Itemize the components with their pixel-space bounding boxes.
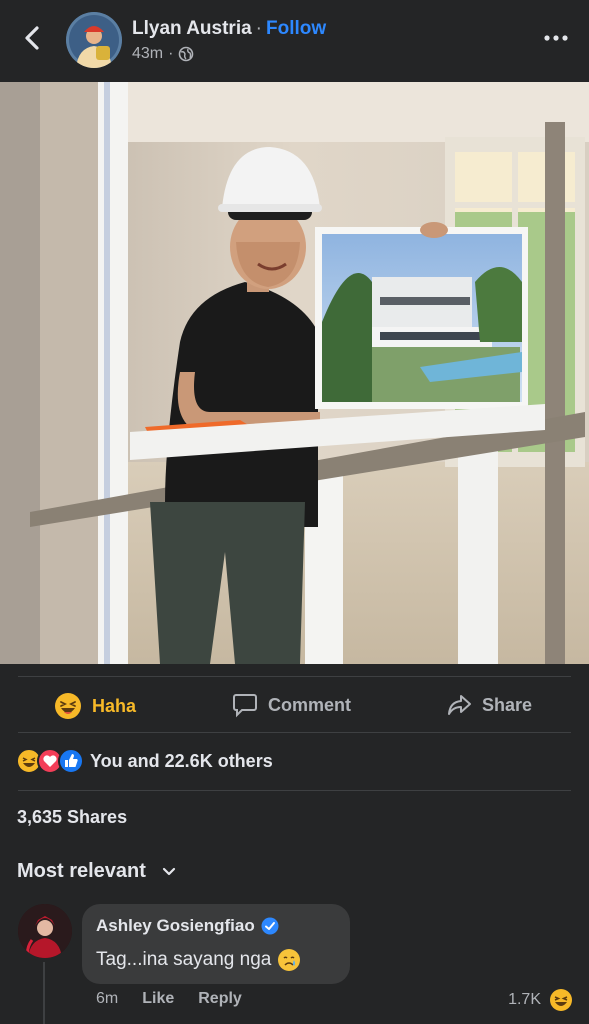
divider-top [18, 676, 571, 677]
haha-reaction-button[interactable]: Haha [54, 692, 136, 720]
globe-icon [179, 46, 194, 62]
verified-badge-icon [261, 917, 279, 935]
divider-bottom [18, 732, 571, 733]
reactions-summary[interactable]: You and 22.6K others [16, 748, 273, 774]
back-arrow-icon[interactable] [20, 24, 44, 52]
comment-like-button[interactable]: Like [142, 990, 174, 1008]
sort-label: Most relevant [17, 860, 146, 882]
crying-face-emoji-icon [278, 949, 301, 971]
comment-reply-button[interactable]: Reply [198, 990, 242, 1008]
comment-reaction-number: 1.7K [508, 991, 541, 1008]
post-header: Llyan Austria · Follow 43m · [0, 0, 589, 82]
reply-thread-line [43, 962, 45, 1024]
comment-time: 6m [96, 990, 119, 1007]
meta-separator: · [168, 45, 174, 62]
separator-dot: · [255, 18, 262, 39]
comment-reaction-count[interactable]: 1.7K [508, 988, 573, 1012]
comment-text: Tag...ina sayang nga [96, 949, 272, 970]
chevron-down-icon [162, 867, 176, 875]
share-button[interactable]: Share [446, 692, 532, 718]
like-reaction-icon [58, 748, 84, 774]
more-options-icon[interactable] [543, 28, 569, 48]
commenter-avatar[interactable] [18, 904, 72, 958]
post-meta: 43m · [132, 45, 194, 63]
haha-reaction-icon [550, 989, 572, 1011]
post-actions: Haha Comment Share [0, 680, 589, 732]
reaction-icons-stack [16, 748, 84, 774]
author-line: Llyan Austria · Follow [132, 18, 326, 40]
share-arrow-icon [448, 695, 471, 715]
haha-face-icon [55, 693, 81, 719]
post-time[interactable]: 43m [132, 45, 163, 63]
comment-label: Comment [268, 694, 352, 715]
follow-button[interactable]: Follow [266, 18, 326, 39]
comment-button[interactable]: Comment [232, 692, 351, 718]
shares-count[interactable]: 3,635 Shares [17, 807, 127, 828]
comment-text-row: Tag...ina sayang nga [96, 948, 301, 972]
commenter-name-row: Ashley Gosiengfiao [96, 916, 279, 936]
commenter-name[interactable]: Ashley Gosiengfiao [96, 916, 255, 936]
comment-sort-dropdown[interactable]: Most relevant [17, 860, 176, 883]
reactions-text: You and 22.6K others [90, 750, 273, 771]
haha-label: Haha [92, 695, 137, 716]
divider-shares [18, 790, 571, 791]
comment-meta: 6m Like Reply [96, 990, 242, 1008]
comment-bubble-icon [233, 694, 257, 718]
share-label: Share [482, 694, 533, 715]
author-name[interactable]: Llyan Austria [132, 18, 252, 39]
post-photo[interactable] [0, 82, 589, 664]
author-avatar[interactable] [66, 12, 122, 68]
comment-bubble[interactable]: Ashley Gosiengfiao Tag...ina sayang nga [82, 904, 350, 984]
